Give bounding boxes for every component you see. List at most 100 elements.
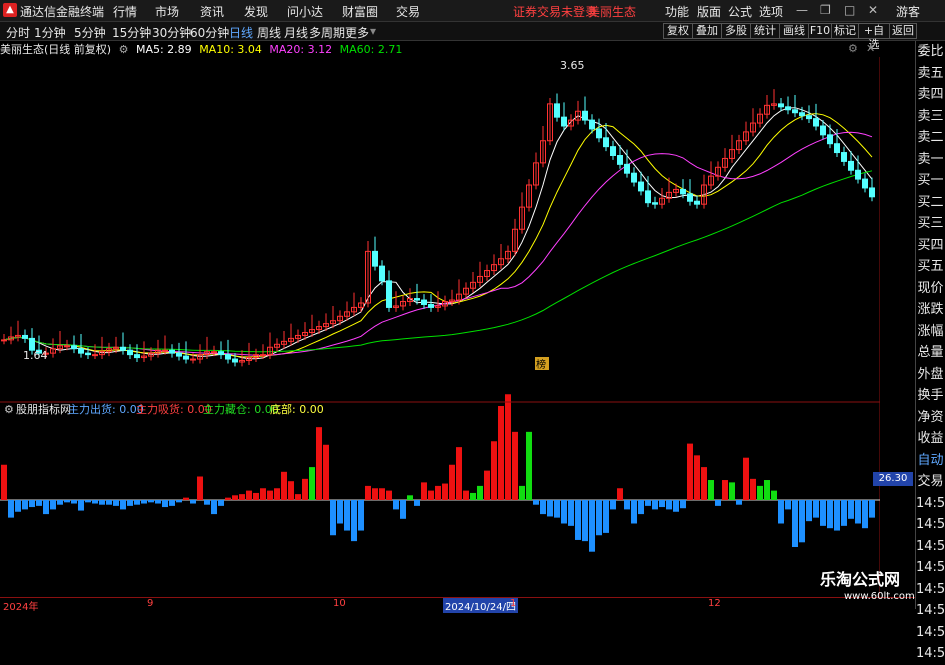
side-panel-item[interactable]: 14:56 xyxy=(916,493,945,515)
indicator-bar xyxy=(771,490,777,500)
menu-layout[interactable]: 版面 xyxy=(697,3,721,20)
candle-body xyxy=(211,351,217,354)
menu-formula[interactable]: 公式 xyxy=(728,3,752,20)
minimize-icon[interactable]: — xyxy=(796,3,808,17)
side-panel-item: 涨幅 xyxy=(917,323,944,339)
indicator-bar xyxy=(22,500,28,510)
overlay-button[interactable]: 叠加 xyxy=(692,23,722,39)
side-panel-item: 委比 xyxy=(917,44,944,59)
menu-wealth[interactable]: 财富圈 xyxy=(342,3,378,20)
add-watchlist-button[interactable]: +自选 xyxy=(858,23,890,51)
mark-button[interactable]: 标记 xyxy=(831,23,859,39)
indicator-bar xyxy=(134,500,140,505)
app-title: 通达信金融终端 xyxy=(20,5,105,19)
period-60min[interactable]: 60分钟 xyxy=(190,24,229,41)
side-panel-item: 卖一 xyxy=(917,151,944,167)
kline-chart[interactable]: 3.603.403.203.002.802.602.402.202.001.80… xyxy=(0,57,880,597)
indicator-bar xyxy=(414,500,420,506)
period-month[interactable]: 月线 xyxy=(284,24,308,41)
indicator-bar xyxy=(659,500,665,508)
indicator-bar xyxy=(393,500,399,510)
indicator-bar xyxy=(239,494,245,500)
indicator-bar xyxy=(687,443,693,500)
menu-function[interactable]: 功能 xyxy=(665,3,689,20)
time-cursor-label: 2024/10/24/四 xyxy=(443,598,519,613)
side-panel-item[interactable]: 14:56 xyxy=(916,622,945,644)
period-fenshi[interactable]: 分时 xyxy=(6,24,30,41)
period-1min[interactable]: 1分钟 xyxy=(34,24,66,41)
menu-discover[interactable]: 发现 xyxy=(244,3,268,20)
indicator-bar xyxy=(575,500,581,540)
indicator-bar xyxy=(218,500,224,506)
menu-options[interactable]: 选项 xyxy=(759,3,783,20)
side-panel-item[interactable]: 14:56 xyxy=(916,536,945,558)
menu-news[interactable]: 资讯 xyxy=(200,3,224,20)
indicator-settings-icon[interactable]: ⚙ xyxy=(4,403,14,416)
candle-body xyxy=(645,190,651,204)
candle-body xyxy=(827,134,833,145)
menu-trade[interactable]: 交易 xyxy=(396,3,420,20)
close-icon[interactable]: ✕ xyxy=(868,3,878,17)
period-30min[interactable]: 30分钟 xyxy=(152,24,191,41)
side-panel-item[interactable]: 14:56 xyxy=(916,579,945,601)
indicator-bar xyxy=(379,488,385,500)
candle-body xyxy=(589,119,595,130)
candle-body xyxy=(778,103,784,108)
menu-ask[interactable]: 问小达 xyxy=(287,3,323,20)
restore-icon[interactable]: ❐ xyxy=(820,3,831,17)
indicator-bar xyxy=(540,500,546,515)
close-chart-icon[interactable]: ✕ xyxy=(866,42,875,55)
side-panel-item[interactable]: 14:56 xyxy=(916,600,945,622)
side-panel-item[interactable]: 交易 xyxy=(916,471,945,493)
chevron-down-icon[interactable]: ▾ xyxy=(370,24,376,38)
indicator-bar xyxy=(78,500,84,511)
period-multi[interactable]: 多周期 xyxy=(309,24,345,41)
indicator-bar xyxy=(162,500,168,508)
candle-body xyxy=(22,334,28,339)
menu-market[interactable]: 行情 xyxy=(113,3,137,20)
side-panel-item: 涨跌 xyxy=(917,302,944,317)
candle-body xyxy=(680,188,686,195)
stats-button[interactable]: 统计 xyxy=(750,23,780,39)
maximize-icon[interactable]: □ xyxy=(844,3,855,17)
candle-body xyxy=(806,115,812,120)
indicator-bar xyxy=(610,500,616,510)
candle-body xyxy=(414,298,420,301)
candle-body xyxy=(120,346,126,351)
time-label: 10 xyxy=(333,598,346,609)
indicator-bar xyxy=(470,492,476,500)
period-5min[interactable]: 5分钟 xyxy=(74,24,106,41)
indicator-bar xyxy=(92,500,98,504)
back-button[interactable]: 返回 xyxy=(889,23,917,39)
draw-line-button[interactable]: 画线 xyxy=(779,23,809,39)
indicator-bar xyxy=(764,480,770,500)
side-panel-item[interactable]: 自动 xyxy=(916,450,945,472)
period-15min[interactable]: 15分钟 xyxy=(112,24,151,41)
multi-stock-button[interactable]: 多股 xyxy=(721,23,751,39)
indicator-bar xyxy=(99,500,105,505)
indicator-bar xyxy=(582,500,588,542)
f10-button[interactable]: F10 xyxy=(808,23,832,39)
indicator-bar xyxy=(358,500,364,531)
period-week[interactable]: 周线 xyxy=(257,24,281,41)
side-panel-item[interactable]: 14:56 xyxy=(916,643,945,665)
period-more[interactable]: 更多 xyxy=(345,24,369,41)
candle-body xyxy=(260,354,266,357)
settings-icon[interactable]: ⚙ xyxy=(119,43,129,56)
indicator-bar xyxy=(113,500,119,506)
indicator-sell: 主力出货: 0.00 xyxy=(68,402,144,416)
menu-exchange[interactable]: 市场 xyxy=(155,3,179,20)
indicator-bar xyxy=(519,485,525,500)
side-panel-item: 卖五 xyxy=(917,65,944,81)
indicator-bar xyxy=(260,488,266,500)
side-panel-item[interactable]: 14:56 xyxy=(916,514,945,536)
gear-icon[interactable]: ⚙ xyxy=(848,42,858,55)
indicator-hold: 主力藏仓: 0.00 xyxy=(203,402,279,416)
side-panel-item[interactable]: 14:56 xyxy=(916,557,945,579)
adjust-button[interactable]: 复权 xyxy=(663,23,693,39)
indicator-bar xyxy=(442,483,448,500)
watermark-brand: 乐淘公式网 xyxy=(820,570,901,589)
guest-label[interactable]: 游客 xyxy=(896,3,920,20)
chart-title: 美丽生态(日线 前复权) xyxy=(0,43,112,56)
period-day[interactable]: 日线 xyxy=(229,24,253,41)
